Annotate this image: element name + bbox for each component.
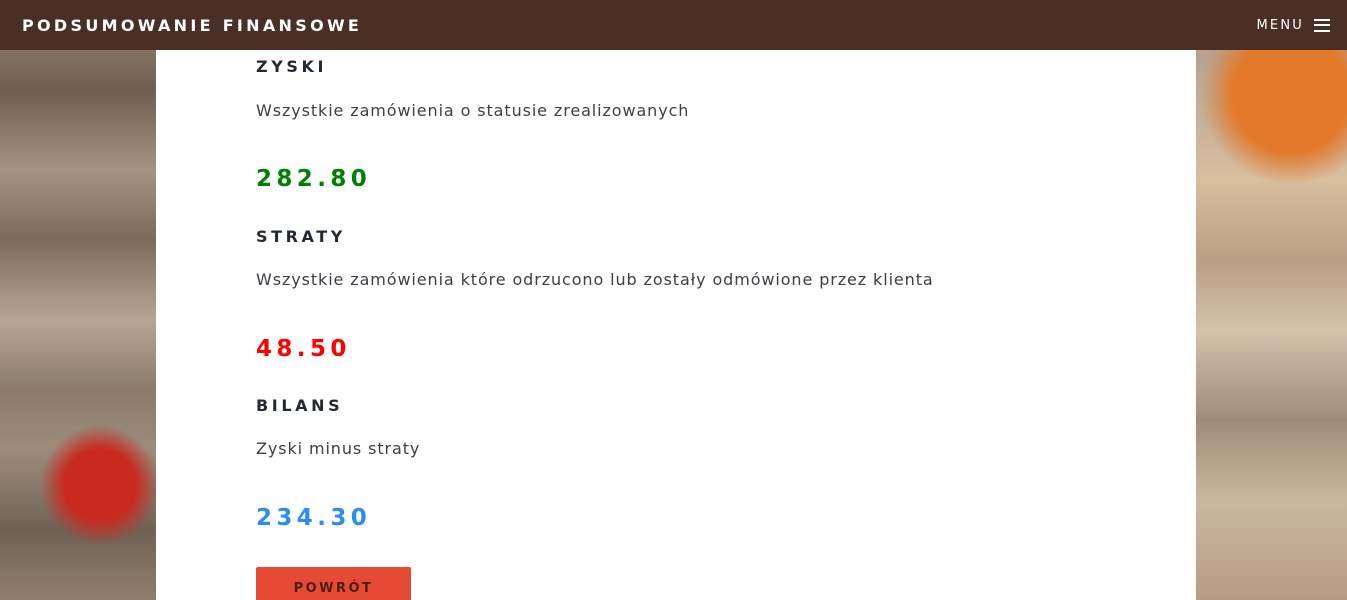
content-panel: ZYSKI Wszystkie zamówienia o statusie zr… (156, 0, 1196, 600)
page-title[interactable]: PODSUMOWANIE FINANSOWE (22, 16, 362, 35)
section-description-straty: Wszystkie zamówienia które odrzucono lub… (256, 270, 934, 289)
background-image-right (1196, 0, 1347, 600)
menu-button[interactable]: MENU (1257, 18, 1330, 33)
back-button[interactable]: POWRÓT (256, 567, 411, 600)
section-heading-bilans: BILANS (256, 396, 344, 415)
background-image-left (0, 0, 156, 600)
top-navbar: PODSUMOWANIE FINANSOWE MENU (0, 0, 1347, 50)
value-zyski: 282.80 (256, 166, 372, 192)
hamburger-icon (1314, 18, 1330, 32)
section-heading-straty: STRATY (256, 227, 346, 246)
section-description-zyski: Wszystkie zamówienia o statusie zrealizo… (256, 101, 690, 120)
section-heading-zyski: ZYSKI (256, 57, 328, 76)
section-description-bilans: Zyski minus straty (256, 439, 421, 458)
value-straty: 48.50 (256, 336, 351, 362)
value-bilans: 234.30 (256, 505, 372, 531)
menu-label: MENU (1256, 17, 1304, 33)
